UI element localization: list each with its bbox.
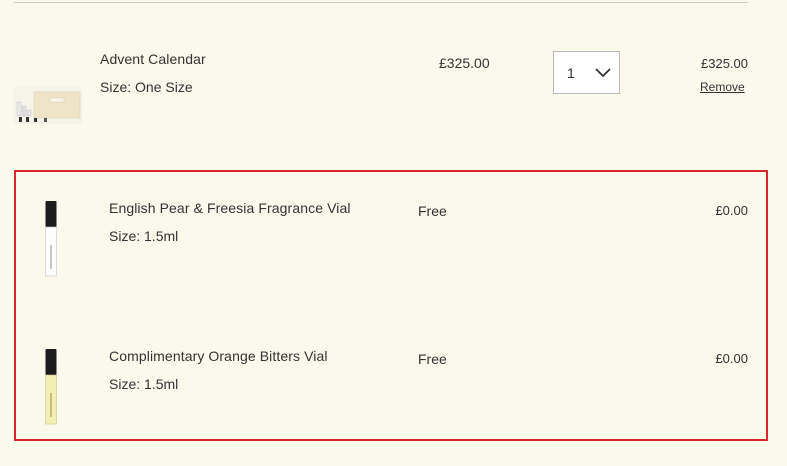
remove-button[interactable]: Remove <box>700 80 745 94</box>
item-name[interactable]: English Pear & Freesia Fragrance Vial <box>109 200 351 216</box>
item-name[interactable]: Complimentary Orange Bitters Vial <box>109 348 328 364</box>
item-size: Size: 1.5ml <box>109 376 179 392</box>
english-pear-vial-thumbnail[interactable] <box>43 201 59 277</box>
item-price: £325.00 <box>439 55 490 71</box>
cart-item-advent-calendar: Advent Calendar Size: One Size £325.00 1… <box>0 0 787 150</box>
item-size: Size: One Size <box>100 79 193 95</box>
item-size: Size: 1.5ml <box>109 228 179 244</box>
chevron-down-icon <box>595 68 611 78</box>
quantity-select[interactable]: 1 <box>553 51 620 94</box>
item-name[interactable]: Advent Calendar <box>100 51 206 67</box>
orange-bitters-vial-thumbnail[interactable] <box>43 349 59 425</box>
advent-calendar-thumbnail[interactable] <box>14 86 82 124</box>
item-total: £0.00 <box>715 351 748 366</box>
item-total: £0.00 <box>715 203 748 218</box>
item-price: Free <box>418 351 447 367</box>
quantity-value: 1 <box>567 65 575 81</box>
item-total: £325.00 <box>701 56 748 71</box>
item-price: Free <box>418 203 447 219</box>
